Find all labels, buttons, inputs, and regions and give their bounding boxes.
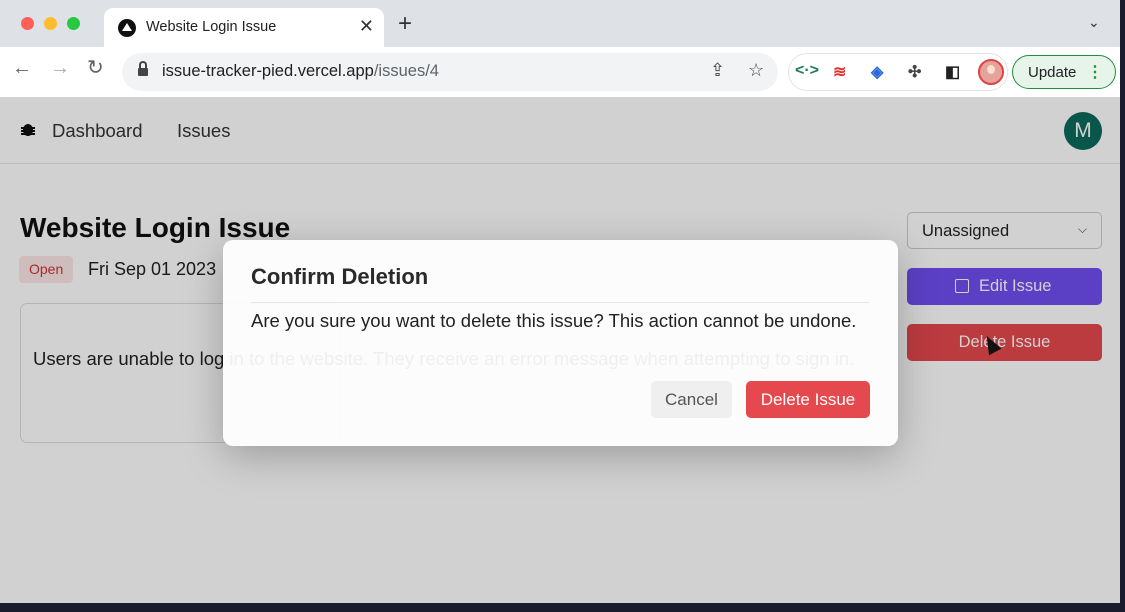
puzzle-icon[interactable]: ✣ (908, 62, 921, 82)
dialog-divider (251, 302, 869, 303)
confirm-delete-button[interactable]: Delete Issue (746, 381, 870, 418)
browser-toolbar: ← → ↻ issue-tracker-pied.vercel.app/issu… (0, 47, 1120, 97)
tab-bar: Website Login Issue ✕ + ⌄ (0, 0, 1120, 48)
cancel-button[interactable]: Cancel (651, 381, 732, 418)
url-text: issue-tracker-pied.vercel.app/issues/4 (162, 62, 439, 80)
new-tab-icon[interactable]: + (398, 12, 412, 36)
maximize-window-button[interactable] (67, 17, 80, 30)
extensions-group: <·> ≋ ◈ ✣ ◧ (788, 53, 1008, 91)
confirm-dialog: Confirm Deletion Are you sure you want t… (223, 240, 898, 446)
tag-extension-icon[interactable]: ◈ (871, 62, 883, 82)
minimize-window-button[interactable] (44, 17, 57, 30)
triangle-favicon-icon (118, 19, 136, 37)
more-menu-icon[interactable]: ⋮ (1087, 62, 1103, 82)
lock-icon[interactable] (138, 61, 148, 78)
browser-window: Website Login Issue ✕ + ⌄ ← → ↻ issue-tr… (0, 0, 1120, 603)
address-bar[interactable]: issue-tracker-pied.vercel.app/issues/4 ⇪… (122, 53, 778, 91)
update-button[interactable]: Update ⋮ (1012, 55, 1116, 89)
tab-title: Website Login Issue (146, 19, 277, 35)
tab-search-chevron-icon[interactable]: ⌄ (1088, 14, 1100, 31)
reload-icon[interactable]: ↻ (87, 58, 104, 78)
tab-close-icon[interactable]: ✕ (359, 16, 374, 37)
star-icon[interactable]: ☆ (748, 60, 764, 81)
close-window-button[interactable] (21, 17, 34, 30)
profile-avatar[interactable] (978, 59, 1004, 85)
forward-arrow-icon[interactable]: → (50, 58, 70, 78)
red-extension-icon[interactable]: ≋ (833, 62, 846, 82)
code-extension-icon[interactable]: <·> (795, 62, 819, 80)
sidepanel-icon[interactable]: ◧ (945, 62, 960, 82)
back-arrow-icon[interactable]: ← (12, 58, 32, 78)
dialog-message: Are you sure you want to delete this iss… (251, 310, 857, 331)
browser-tab[interactable]: Website Login Issue ✕ (104, 8, 384, 48)
dialog-title: Confirm Deletion (251, 264, 429, 289)
share-icon[interactable]: ⇪ (710, 60, 725, 81)
